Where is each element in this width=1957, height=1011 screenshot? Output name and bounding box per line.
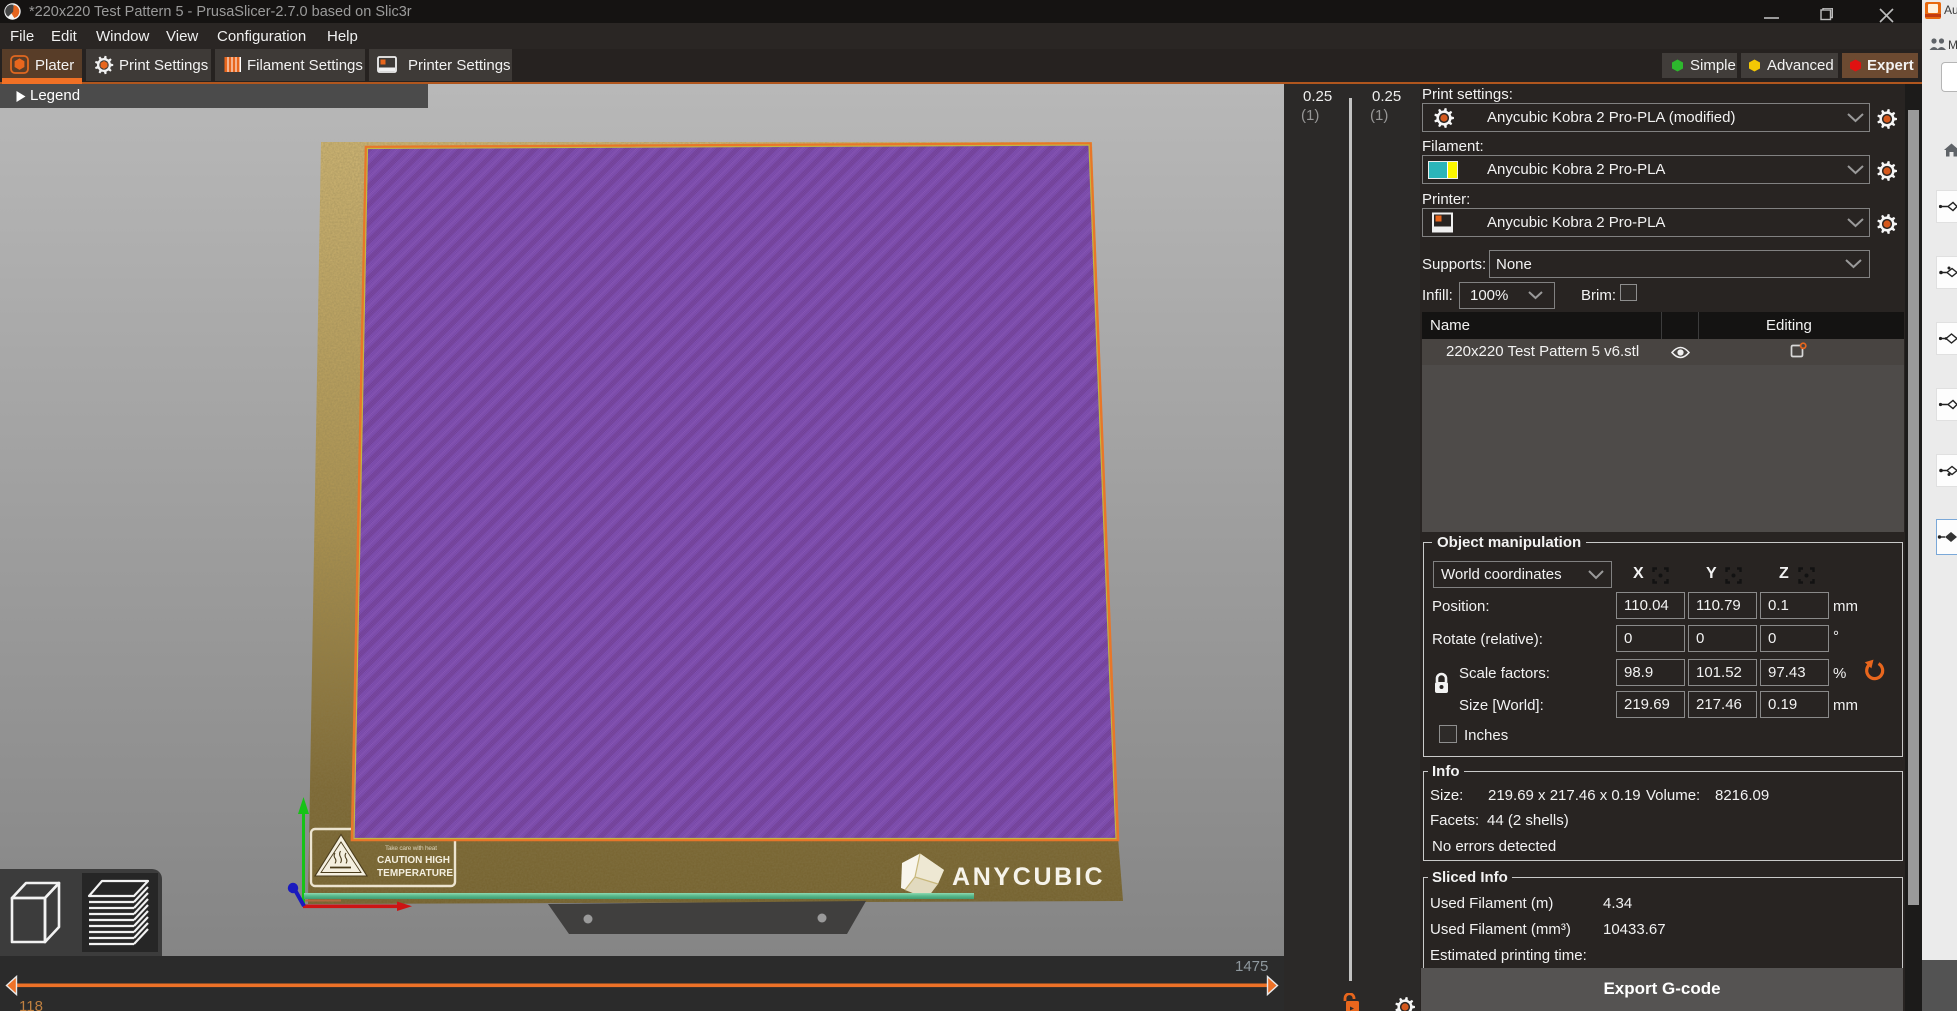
svg-text:CAUTION HIGH: CAUTION HIGH <box>377 855 450 866</box>
svg-text:Take care with heat: Take care with heat <box>385 845 437 852</box>
svg-text:ANYCUBIC: ANYCUBIC <box>952 863 1104 891</box>
svg-text:TEMPERATURE: TEMPERATURE <box>377 868 453 879</box>
